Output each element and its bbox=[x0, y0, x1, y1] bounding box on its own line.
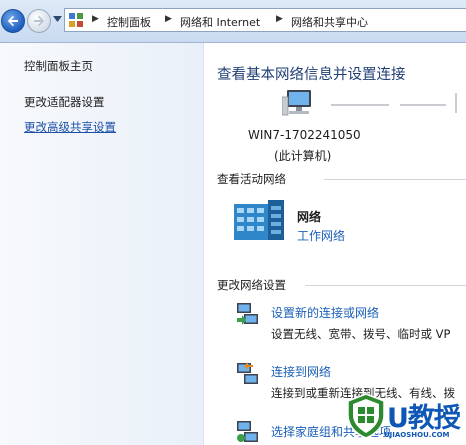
network-location-link[interactable]: 工作网络 bbox=[297, 227, 345, 244]
back-arrow-icon bbox=[7, 15, 18, 27]
change-advanced-sharing-link[interactable]: 更改高级共享设置 bbox=[24, 119, 116, 135]
address-bar[interactable]: ▶ 控制面板 ▶ 网络和 Internet ▶ 网络和共享中心 bbox=[64, 8, 466, 32]
control-panel-home-link[interactable]: 控制面板主页 bbox=[24, 58, 93, 74]
breadcrumb-network-internet[interactable]: 网络和 Internet bbox=[180, 14, 260, 30]
breadcrumb-separator[interactable]: ▶ bbox=[276, 14, 283, 24]
breadcrumb-control-panel[interactable]: 控制面板 bbox=[107, 14, 151, 30]
page-title: 查看基本网络信息并设置连接 bbox=[217, 67, 406, 83]
connect-to-network-link[interactable]: 连接到网络 bbox=[271, 363, 331, 380]
watermark-text: U教授 bbox=[387, 403, 461, 434]
section-divider bbox=[305, 285, 466, 286]
network-map-edge bbox=[455, 93, 457, 113]
history-dropdown-icon[interactable] bbox=[53, 16, 62, 22]
setup-new-connection-desc: 设置无线、宽带、拨号、临时或 VP bbox=[271, 327, 451, 341]
network-name: 网络 bbox=[297, 210, 322, 224]
left-pane: 控制面板主页 更改适配器设置 更改高级共享设置 bbox=[0, 43, 204, 445]
computer-icon[interactable] bbox=[282, 87, 316, 119]
watermark-domain: UJIAOSHOU.COM bbox=[384, 431, 450, 439]
back-button[interactable] bbox=[1, 9, 25, 33]
network-map-connector bbox=[400, 104, 446, 106]
change-adapter-settings-link[interactable]: 更改适配器设置 bbox=[24, 94, 105, 110]
breadcrumb-separator[interactable]: ▶ bbox=[92, 14, 99, 24]
homegroup-icon[interactable] bbox=[235, 419, 261, 445]
navigation-bar: ▶ 控制面板 ▶ 网络和 Internet ▶ 网络和共享中心 bbox=[0, 0, 466, 43]
this-computer-label: (此计算机) bbox=[274, 149, 332, 163]
breadcrumb-network-sharing-center[interactable]: 网络和共享中心 bbox=[291, 14, 368, 30]
computer-name: WIN7-1702241050 bbox=[248, 128, 361, 142]
active-networks-header: 查看活动网络 bbox=[217, 172, 286, 186]
change-settings-header: 更改网络设置 bbox=[217, 278, 286, 292]
watermark-shield-logo bbox=[347, 393, 385, 439]
new-connection-icon[interactable] bbox=[235, 301, 261, 327]
network-building-icon[interactable] bbox=[234, 198, 286, 242]
forward-button[interactable] bbox=[27, 9, 51, 33]
setup-new-connection-link[interactable]: 设置新的连接或网络 bbox=[271, 304, 379, 321]
connect-network-icon[interactable] bbox=[235, 361, 261, 387]
network-map-connector bbox=[331, 104, 389, 106]
section-divider bbox=[324, 179, 466, 180]
breadcrumb-separator[interactable]: ▶ bbox=[165, 14, 172, 24]
control-panel-icon bbox=[69, 13, 83, 27]
forward-arrow-icon bbox=[34, 15, 45, 27]
main-content: 查看基本网络信息并设置连接 WIN7-1702241050 (此计算机) 查看活… bbox=[204, 43, 466, 445]
